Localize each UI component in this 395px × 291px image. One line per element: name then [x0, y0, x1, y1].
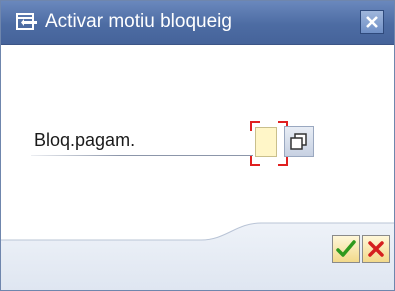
cancel-x-icon: [368, 241, 384, 257]
label-underline: [31, 155, 253, 156]
dialog-window: Activar motiu bloqueig Bloq.pagam.: [0, 0, 395, 291]
focus-marker-bottom-right: [278, 156, 288, 166]
payment-block-input[interactable]: [255, 127, 277, 157]
close-button[interactable]: [360, 10, 384, 34]
payment-block-label: Bloq.pagam.: [34, 130, 136, 150]
dialog-content: Bloq.pagam.: [1, 45, 394, 290]
close-icon: [366, 16, 378, 28]
value-help-button[interactable]: [284, 126, 314, 157]
dialog-titlebar: Activar motiu bloqueig: [1, 1, 394, 45]
focus-marker-bottom-left: [250, 156, 260, 166]
checkmark-icon: [336, 240, 356, 257]
dialog-title: Activar motiu bloqueig: [45, 11, 232, 32]
confirm-button[interactable]: [332, 235, 360, 263]
value-help-icon: [290, 133, 307, 150]
dialog-popup-icon: [15, 11, 39, 33]
cancel-button[interactable]: [362, 235, 390, 263]
